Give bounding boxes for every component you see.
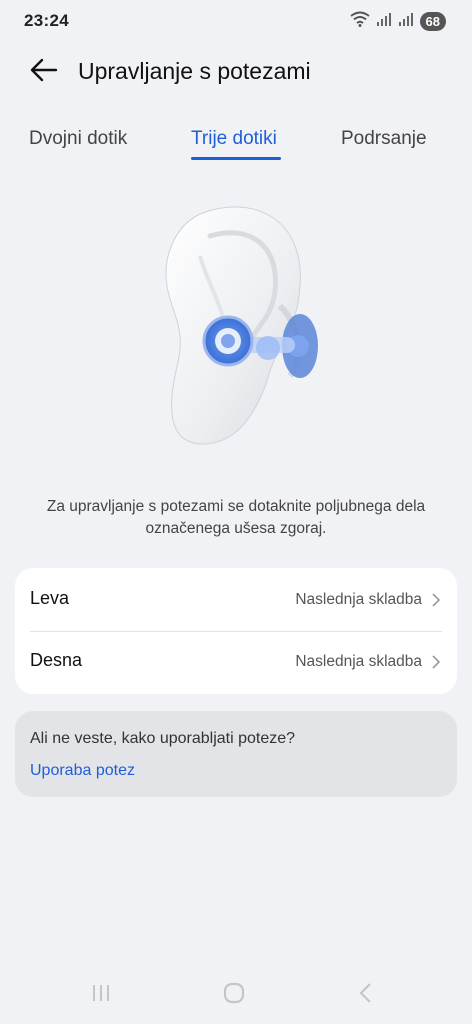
row-value: Naslednja skladba xyxy=(295,591,422,608)
status-time: 23:24 xyxy=(24,11,69,30)
left-earbud-row[interactable]: Leva Naslednja skladba xyxy=(15,568,457,630)
back-chevron-icon xyxy=(358,982,374,1009)
ear-illustration[interactable] xyxy=(130,196,350,466)
gesture-settings-card: Leva Naslednja skladba Desna Naslednja s… xyxy=(15,568,457,694)
chevron-right-icon xyxy=(431,592,441,613)
row-label: Desna xyxy=(30,650,83,670)
right-earbud-row[interactable]: Desna Naslednja skladba xyxy=(15,632,457,694)
row-value: Naslednja skladba xyxy=(295,653,422,670)
back-button[interactable] xyxy=(28,56,60,88)
tab-double-tap[interactable]: Dvojni dotik xyxy=(29,128,127,150)
active-tab-indicator xyxy=(191,157,281,160)
wifi-icon xyxy=(349,11,370,32)
status-icons: 68 xyxy=(349,11,446,32)
row-label: Leva xyxy=(30,588,70,608)
gesture-hint: Za upravljanje s potezami se dotaknite p… xyxy=(46,498,426,537)
recent-apps-button[interactable] xyxy=(86,982,116,1008)
gesture-usage-link[interactable]: Uporaba potez xyxy=(30,762,135,780)
tab-triple-tap[interactable]: Trije dotiki xyxy=(191,128,277,150)
back-arrow-icon xyxy=(30,58,58,87)
status-bar: 23:24 68 xyxy=(0,0,472,44)
tab-swipe[interactable]: Podrsanje xyxy=(341,128,427,150)
back-nav-button[interactable] xyxy=(351,982,381,1008)
header: Upravljanje s potezami xyxy=(0,48,472,96)
help-card: Ali ne veste, kako uporabljati poteze? U… xyxy=(15,711,457,797)
help-question: Ali ne veste, kako uporabljati poteze? xyxy=(30,730,296,747)
recent-apps-icon xyxy=(90,983,112,1008)
system-nav-bar xyxy=(0,976,472,1016)
home-button[interactable] xyxy=(219,982,249,1008)
battery-indicator: 68 xyxy=(419,12,446,31)
page-title: Upravljanje s potezami xyxy=(78,58,311,84)
signal-icon xyxy=(376,12,392,31)
tab-bar: Dvojni dotik Trije dotiki Podrsanje xyxy=(0,124,472,164)
signal-icon-2 xyxy=(398,12,414,31)
chevron-right-icon xyxy=(431,654,441,675)
home-icon xyxy=(222,981,246,1010)
